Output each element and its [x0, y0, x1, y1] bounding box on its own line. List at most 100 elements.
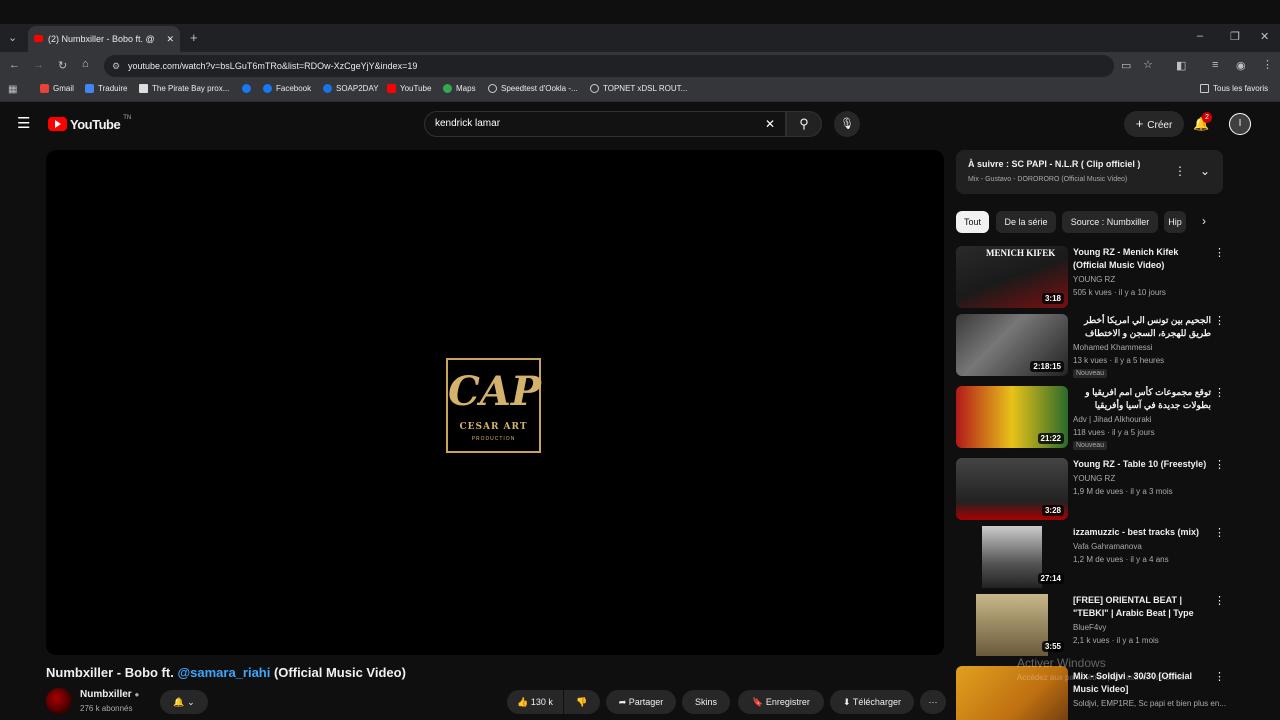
video-title: Numbxiller - Bobo ft. @samara_riahi (Off… — [46, 665, 406, 680]
bookmark-speedtest[interactable]: Speedtest d'Ookla -... — [488, 84, 578, 93]
channel-avatar[interactable] — [46, 688, 72, 714]
site-info-icon[interactable]: ⚙ — [112, 55, 120, 77]
notifications-button[interactable]: 🔔 2 — [1193, 112, 1212, 132]
chip-de-la-serie[interactable]: De la série — [996, 211, 1056, 233]
reading-list-icon[interactable]: ≡ — [1212, 59, 1218, 71]
video-title: Young RZ - Table 10 (Freestyle) — [1073, 459, 1207, 469]
bookmark-traduire[interactable]: Traduire — [85, 84, 128, 93]
recommendation-card[interactable]: 21:22 توقع مجموعات كأس امم افريقيا و بطو… — [956, 386, 1226, 450]
recommendation-card[interactable]: 3:55 [FREE] ORIENTAL BEAT | "TEBKI" | Ar… — [956, 594, 1226, 658]
video-title: izzamuzzic - best tracks (mix) — [1073, 527, 1200, 537]
recommendation-card[interactable]: 3:28 Young RZ - Table 10 (Freestyle) YOU… — [956, 458, 1226, 522]
bookmark-soap2day[interactable]: SOAP2DAY — [323, 84, 379, 93]
create-button[interactable]: + Créer — [1124, 111, 1184, 137]
all-bookmarks[interactable]: Tous les favoris — [1200, 84, 1268, 93]
more-options-icon[interactable]: ⋮ — [1214, 458, 1225, 471]
more-options-icon[interactable]: ⋮ — [1214, 314, 1225, 327]
save-button[interactable]: 🔖 Enregistrer — [738, 690, 824, 714]
extensions-icon[interactable]: ◧ — [1176, 59, 1186, 72]
like-button[interactable]: 👍 130 k — [507, 690, 563, 714]
youtube-header: ☰ YouTube TN kendrick lamar ✕ ⚲ 🎙 + Créer… — [0, 102, 1280, 146]
restore-icon[interactable]: ❐ — [1230, 30, 1240, 43]
more-options-icon[interactable]: ⋮ — [1214, 526, 1225, 539]
up-next-panel[interactable]: À suivre : SC PAPI - N.L.R ( Clip offici… — [956, 150, 1223, 194]
share-button[interactable]: ➦ Partager — [606, 690, 676, 714]
video-thumbnail[interactable]: 27:14 — [956, 526, 1068, 588]
bookmark-topnet[interactable]: TOPNET xDSL ROUT... — [590, 84, 687, 93]
logo-tagline: PRODUCTION — [471, 436, 516, 442]
bookmark-facebook-icon-only[interactable] — [242, 84, 251, 93]
bookmark-maps[interactable]: Maps — [443, 84, 476, 93]
recommendation-card[interactable]: MENICH KIFEK 3:18 Young RZ - Menich Kife… — [956, 246, 1226, 310]
subscribed-bell-button[interactable]: 🔔 ⌄ — [160, 690, 208, 714]
search-button[interactable]: ⚲ — [786, 111, 822, 137]
recommendation-card[interactable]: 2:18:15 الجحيم بين تونس الي امريكا أخطر … — [956, 314, 1226, 378]
address-bar[interactable]: ⚙ youtube.com/watch?v=bsLGuT6mTRo&list=R… — [104, 55, 1114, 77]
globe-icon — [590, 84, 599, 93]
chip-tout[interactable]: Tout — [956, 211, 989, 233]
browser-tab-active[interactable]: (2) Numbxiller - Bobo ft. @ ✕ — [28, 26, 180, 52]
video-title: Young RZ - Menich Kifek (Official Music … — [1073, 247, 1179, 270]
gmail-icon — [40, 84, 49, 93]
clear-search-icon[interactable]: ✕ — [765, 112, 775, 136]
home-icon[interactable]: ⌂ — [82, 58, 89, 70]
chevron-down-icon[interactable]: ⌄ — [1200, 164, 1210, 178]
video-meta: 2,1 k vues · il y a 1 mois — [1073, 636, 1159, 645]
video-meta: 1,2 M de vues · il y a 4 ans — [1073, 555, 1169, 564]
bookmark-star-icon[interactable]: ☆ — [1143, 58, 1153, 71]
logo-name: CESAR ART — [459, 422, 528, 432]
more-options-icon[interactable]: ⋮ — [1214, 386, 1225, 399]
bookmark-piratebay[interactable]: The Pirate Bay prox... — [139, 84, 229, 93]
soap2day-icon — [323, 84, 332, 93]
video-thumbnail[interactable]: 21:22 — [956, 386, 1068, 448]
video-thumbnail[interactable]: 3:55 — [956, 594, 1068, 656]
back-icon[interactable]: ← — [9, 59, 20, 71]
recommendation-card[interactable]: 27:14 izzamuzzic - best tracks (mix) Vaf… — [956, 526, 1226, 590]
hamburger-menu-icon[interactable]: ☰ — [17, 114, 30, 132]
search-input[interactable]: kendrick lamar ✕ — [424, 111, 786, 137]
channel-name: Mohamed Khammessi — [1073, 343, 1153, 352]
forward-icon[interactable]: → — [33, 59, 44, 71]
more-options-icon[interactable]: ⋮ — [1214, 670, 1225, 683]
dislike-button[interactable]: 👎 — [564, 690, 600, 714]
menu-icon[interactable]: ⋮ — [1262, 58, 1273, 71]
apps-icon[interactable]: ▦ — [8, 84, 17, 95]
profile-icon[interactable]: ◉ — [1236, 59, 1246, 72]
more-actions-button[interactable]: ··· — [920, 690, 946, 714]
video-thumbnail[interactable]: MENICH KIFEK 3:18 — [956, 246, 1068, 308]
tab-close-icon[interactable]: ✕ — [166, 26, 174, 52]
install-app-icon[interactable]: ▭ — [1121, 59, 1131, 72]
window-close-icon[interactable]: ✕ — [1260, 30, 1269, 43]
bookmark-facebook[interactable]: Facebook — [263, 84, 311, 93]
new-tab-icon[interactable]: + — [190, 30, 198, 45]
chevron-down-icon: ⌄ — [187, 697, 195, 707]
up-next-more-icon[interactable]: ⋮ — [1174, 164, 1186, 178]
video-thumbnail[interactable]: 3:28 — [956, 458, 1068, 520]
video-meta: 1,9 M de vues · il y a 3 mois — [1073, 487, 1173, 496]
thumbs-up-icon: 👍 — [517, 697, 529, 707]
mention-link[interactable]: @samara_riahi — [177, 665, 270, 680]
new-badge: Nouveau — [1073, 369, 1108, 378]
more-options-icon[interactable]: ⋮ — [1214, 594, 1225, 607]
browser-tab-bar: ⌄ (2) Numbxiller - Bobo ft. @ ✕ + – ❐ ✕ — [0, 24, 1280, 52]
chip-source[interactable]: Source : Numbxiller — [1062, 211, 1158, 233]
thumbnail-image — [976, 594, 1048, 656]
video-player[interactable]: CAP CESAR ART PRODUCTION — [46, 150, 944, 655]
skins-button[interactable]: Skins — [682, 690, 730, 714]
video-thumbnail[interactable]: 2:18:15 — [956, 314, 1068, 376]
minimize-icon[interactable]: – — [1197, 30, 1203, 42]
tab-list-icon[interactable]: ⌄ — [8, 31, 17, 44]
channel-name[interactable]: Numbxiller ● — [80, 689, 139, 700]
more-options-icon[interactable]: ⋮ — [1214, 246, 1225, 259]
bookmark-youtube[interactable]: YouTube — [387, 84, 431, 93]
bookmark-gmail[interactable]: Gmail — [40, 84, 74, 93]
voice-search-button[interactable]: 🎙 — [834, 111, 860, 137]
share-icon: ➦ — [618, 697, 627, 707]
youtube-logo[interactable]: YouTube TN — [48, 115, 131, 133]
piratebay-icon — [139, 84, 148, 93]
chip-hip[interactable]: Hip — [1164, 211, 1186, 233]
chips-next-icon[interactable]: › — [1202, 214, 1206, 228]
account-avatar[interactable]: I — [1229, 113, 1251, 135]
reload-icon[interactable]: ↻ — [58, 59, 67, 72]
download-button[interactable]: ⬇ Télécharger — [830, 690, 914, 714]
